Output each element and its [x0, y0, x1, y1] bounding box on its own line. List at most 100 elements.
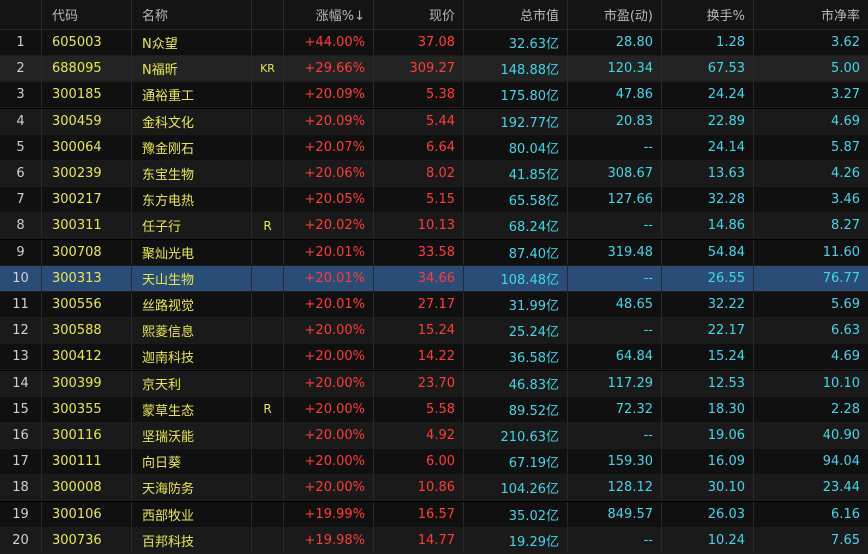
table-row[interactable]: 4 300459 金科文化 +20.09% 5.44 192.77亿 20.83 22.89 4… — [0, 108, 868, 135]
stock-name: 聚灿光电 — [132, 239, 252, 265]
pb-ratio: 23.44 — [822, 480, 860, 496]
pe-ratio: 159.30 — [568, 449, 662, 475]
table-row[interactable]: 20 300736 百邦科技 +19.98% 14.77 19.29亿 -- 10.24 7.6… — [0, 527, 868, 554]
stock-name: N众望 — [132, 30, 252, 55]
market-cap: 36.58亿 — [464, 344, 568, 370]
current-price: 14.22 — [374, 344, 464, 370]
table-row[interactable]: 1 605003 N众望 +44.00% 37.08 32.63亿 28.80 1.28 3.6… — [0, 30, 868, 56]
stock-name: 京天利 — [132, 370, 252, 396]
pe-ratio: 127.66 — [568, 187, 662, 213]
market-cap: 68.24亿 — [464, 213, 568, 239]
change-pct: +20.06% — [284, 161, 374, 186]
table-row[interactable]: 18 300008 天海防务 +20.00% 10.86 104.26亿 128.12 30.… — [0, 475, 868, 502]
change-pct: +20.00% — [284, 370, 374, 396]
stock-name: 东方电热 — [132, 187, 252, 213]
row-index: 19 — [0, 501, 42, 527]
table-row[interactable]: 16 300116 坚瑞沃能 +20.00% 4.92 210.63亿 -- 19.06 40.… — [0, 423, 868, 449]
stock-code: 300064 — [42, 134, 132, 160]
stock-code: 605003 — [42, 30, 132, 55]
row-index: 7 — [0, 187, 42, 213]
header-code[interactable]: 代码 — [42, 0, 132, 29]
header-pb-ratio[interactable]: 市净率 — [754, 0, 868, 29]
stock-name: 任子行 — [132, 213, 252, 239]
pb-ratio: 4.26 — [831, 166, 860, 181]
table-row[interactable]: 8 300311 任子行 R +20.02% 10.13 68.24亿 -- 14.86 8.27 — [0, 213, 868, 240]
row-index: 16 — [0, 423, 42, 448]
change-pct: +29.66% — [284, 56, 374, 82]
turnover-rate: 30.10 — [662, 475, 754, 501]
change-pct: +20.01% — [284, 292, 374, 317]
table-row[interactable]: 2 688095 N福昕 KR +29.66% 309.27 148.88亿 120.34 67… — [0, 56, 868, 83]
turnover-rate: 12.53 — [662, 370, 754, 396]
table-row[interactable]: 12 300588 熙菱信息 +20.00% 15.24 25.24亿 -- 22.17 6.6… — [0, 318, 868, 345]
table-row[interactable]: 9 300708 聚灿光电 +20.01% 33.58 87.40亿 319.48 54.84… — [0, 239, 868, 266]
table-row[interactable]: 17 300111 向日葵 +20.00% 6.00 67.19亿 159.30 16.09 9… — [0, 449, 868, 476]
table-row[interactable]: 15 300355 蒙草生态 R +20.00% 5.58 89.52亿 72.32 18.30… — [0, 396, 868, 423]
stock-tag: R — [252, 396, 284, 422]
row-index: 2 — [0, 56, 42, 82]
stock-tag — [252, 344, 284, 370]
table-row[interactable]: 6 300239 东宝生物 +20.06% 8.02 41.85亿 308.67 13.63 4… — [0, 161, 868, 187]
table-row[interactable]: 7 300217 东方电热 +20.05% 5.15 65.58亿 127.66 32.28 3… — [0, 187, 868, 214]
pb-ratio: 3.27 — [831, 87, 860, 103]
market-cap: 148.88亿 — [464, 56, 568, 82]
header-name[interactable]: 名称 — [132, 0, 252, 29]
table-row[interactable]: 10 300313 天山生物 +20.01% 34.66 108.48亿 -- 26.55 76… — [0, 265, 868, 292]
pe-ratio: 117.29 — [568, 370, 662, 396]
pe-ratio: 128.12 — [568, 475, 662, 501]
pb-ratio: 40.90 — [822, 428, 860, 443]
turnover-rate: 26.03 — [662, 501, 754, 527]
current-price: 8.02 — [374, 161, 464, 186]
header-change-pct-sorted[interactable]: 涨幅%↓ — [284, 0, 374, 29]
stock-tag: R — [252, 213, 284, 239]
stock-tag — [252, 187, 284, 213]
table-row[interactable]: 11 300556 丝路视觉 +20.01% 27.17 31.99亿 48.65 32.22… — [0, 292, 868, 318]
turnover-rate: 15.24 — [662, 344, 754, 370]
current-price: 5.44 — [374, 108, 464, 134]
stock-tag: KR — [252, 56, 284, 82]
header-turnover[interactable]: 换手% — [662, 0, 754, 29]
pe-ratio: 48.65 — [568, 292, 662, 317]
pb-ratio: 3.46 — [831, 192, 860, 208]
table-row[interactable]: 19 300106 西部牧业 +19.99% 16.57 35.02亿 849.57 26.0… — [0, 501, 868, 528]
table-row[interactable]: 13 300412 迦南科技 +20.00% 14.22 36.58亿 64.84 15.24… — [0, 344, 868, 371]
market-cap: 35.02亿 — [464, 501, 568, 527]
turnover-rate: 24.14 — [662, 134, 754, 160]
pe-ratio: 20.83 — [568, 108, 662, 134]
pb-ratio: 10.10 — [822, 375, 860, 391]
stock-name: 通裕重工 — [132, 82, 252, 108]
table-row[interactable]: 5 300064 豫金刚石 +20.07% 6.64 80.04亿 -- 24.14 5.87 — [0, 134, 868, 161]
pb-ratio: 6.63 — [831, 323, 860, 339]
turnover-rate: 67.53 — [662, 56, 754, 82]
market-cap: 80.04亿 — [464, 134, 568, 160]
market-cap: 25.24亿 — [464, 318, 568, 344]
change-pct: +19.98% — [284, 527, 374, 553]
change-pct: +20.05% — [284, 187, 374, 213]
stock-name: 东宝生物 — [132, 161, 252, 186]
header-price[interactable]: 现价 — [374, 0, 464, 29]
header-pe-ratio[interactable]: 市盈(动) — [568, 0, 662, 29]
pe-ratio: 849.57 — [568, 501, 662, 527]
row-index: 11 — [0, 292, 42, 317]
pb-ratio: 5.00 — [831, 61, 860, 77]
market-cap: 104.26亿 — [464, 475, 568, 501]
current-price: 5.15 — [374, 187, 464, 213]
pb-ratio: 4.69 — [831, 349, 860, 365]
row-index: 3 — [0, 82, 42, 108]
market-cap: 19.29亿 — [464, 527, 568, 553]
pe-ratio: 64.84 — [568, 344, 662, 370]
stock-name: 向日葵 — [132, 449, 252, 475]
market-cap: 31.99亿 — [464, 292, 568, 317]
stock-code: 300556 — [42, 292, 132, 317]
turnover-rate: 1.28 — [662, 30, 754, 55]
row-index: 5 — [0, 134, 42, 160]
stock-tag — [252, 134, 284, 160]
stock-code: 300736 — [42, 527, 132, 553]
change-pct: +20.00% — [284, 318, 374, 344]
pe-ratio: -- — [568, 318, 662, 344]
table-row[interactable]: 3 300185 通裕重工 +20.09% 5.38 175.80亿 47.86 24.24 3… — [0, 82, 868, 109]
header-market-cap[interactable]: 总市值 — [464, 0, 568, 29]
current-price: 4.92 — [374, 423, 464, 448]
stock-name: 百邦科技 — [132, 527, 252, 553]
table-row[interactable]: 14 300399 京天利 +20.00% 23.70 46.83亿 117.29 12.53… — [0, 370, 868, 397]
